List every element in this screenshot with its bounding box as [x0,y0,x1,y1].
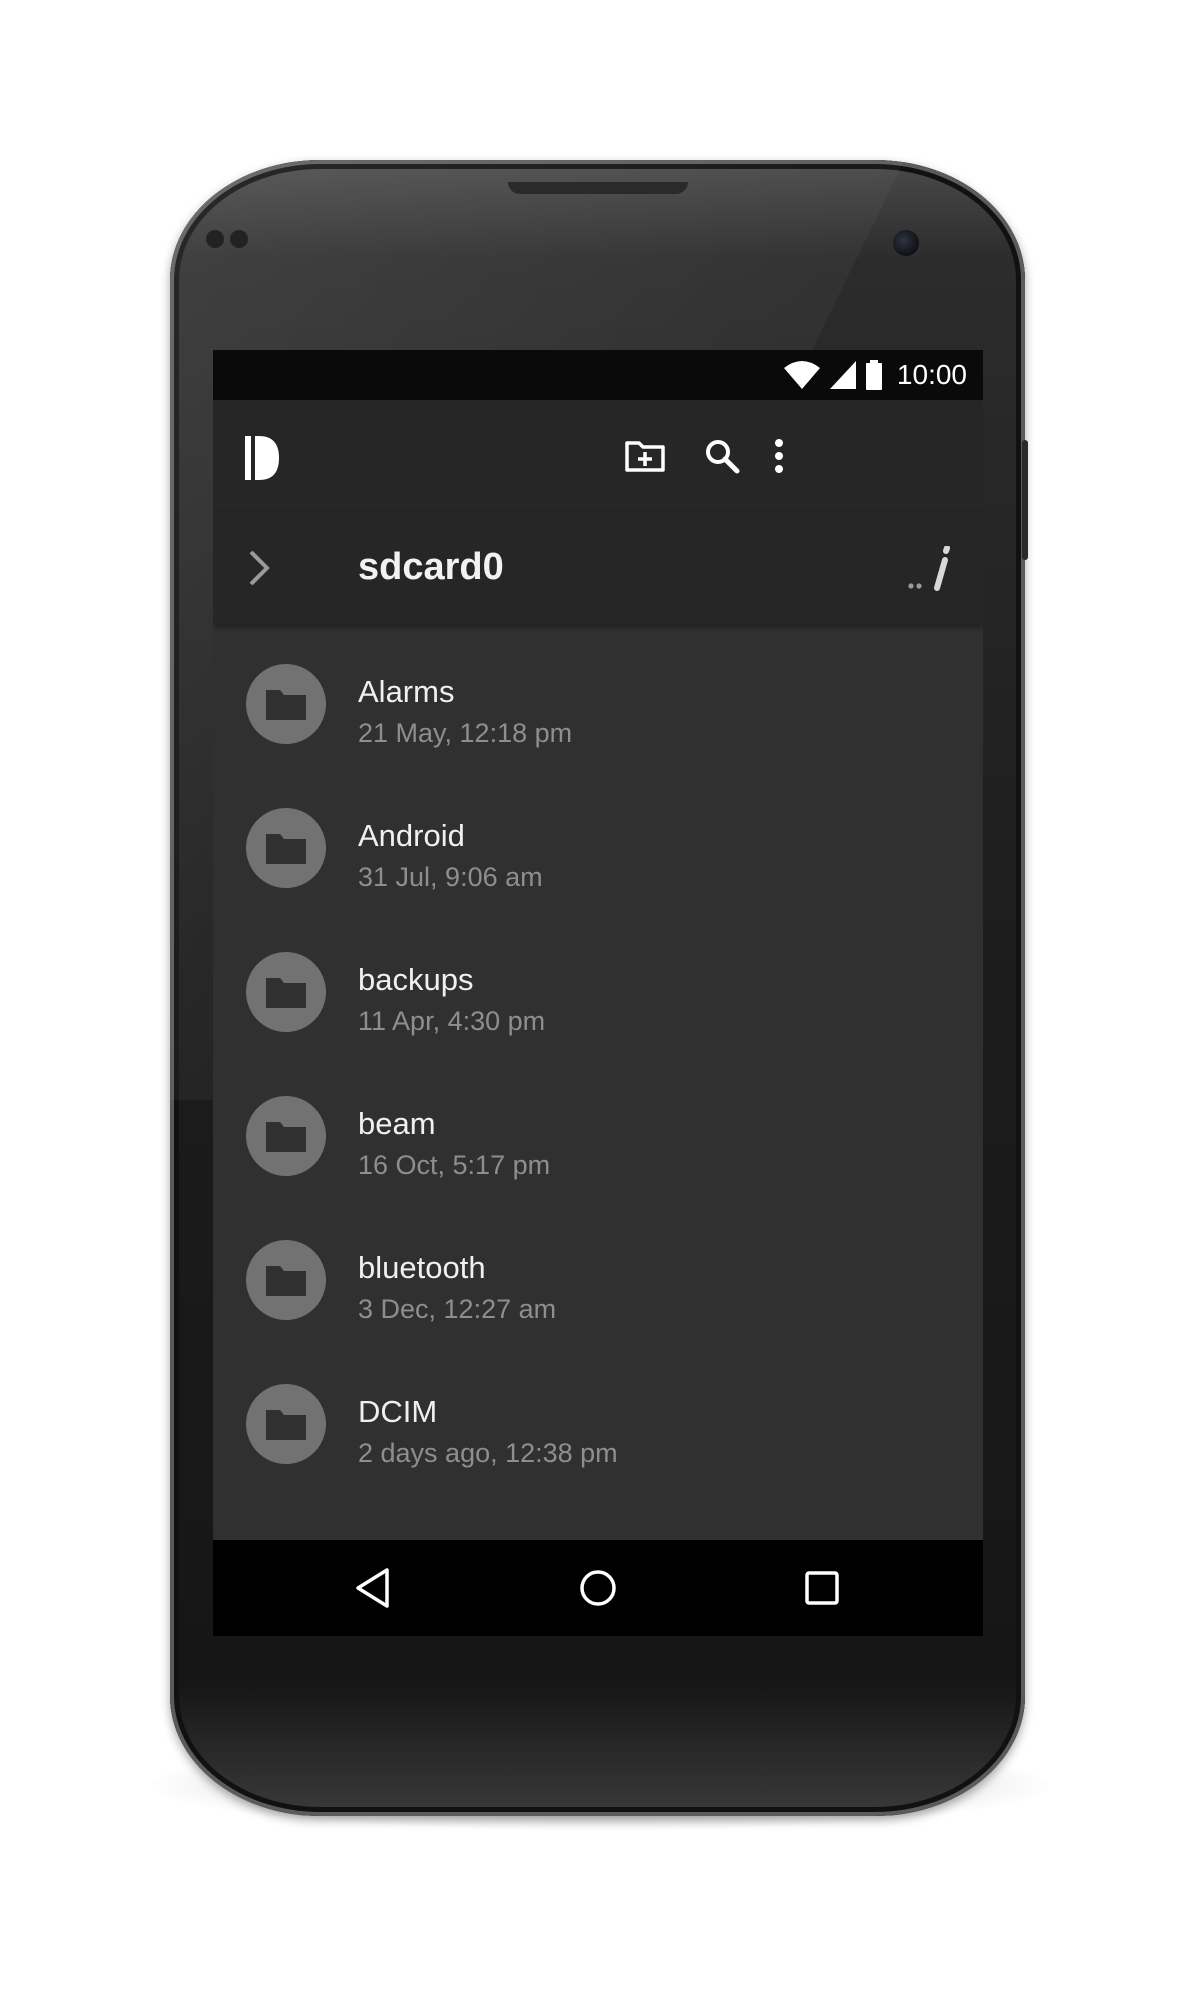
list-item[interactable]: beam 16 Oct, 5:17 pm [213,1056,983,1200]
power-button [1022,440,1028,560]
path-bar: sdcard0 [213,512,983,624]
file-name: DCIM [358,1394,438,1429]
more-vert-icon [775,439,783,473]
folder-icon [266,1266,306,1296]
file-modified: 2 days ago, 12:38 pm [358,1438,618,1468]
folder-icon [266,1122,306,1152]
recents-button[interactable] [796,1562,848,1614]
file-modified: 21 May, 12:18 pm [358,718,573,748]
folder-avatar [246,664,326,744]
new-folder-button[interactable] [621,432,669,480]
folder-avatar [246,808,326,888]
status-bar: 10:00 [213,350,983,400]
folder-icon [266,978,306,1008]
earpiece-speaker [508,182,688,194]
light-sensor [230,230,248,248]
home-button[interactable] [572,1562,624,1614]
file-modified: 31 Jul, 9:06 am [358,862,543,892]
list-item[interactable]: Alarms 21 May, 12:18 pm [213,624,983,768]
search-button[interactable] [698,432,746,480]
create-new-folder-icon [625,441,665,472]
folder-icon [266,834,306,864]
file-modified: 11 Apr, 4:30 pm [358,1006,546,1036]
back-button[interactable] [347,1562,399,1614]
folder-avatar [246,1096,326,1176]
chevron-right-icon[interactable] [241,548,277,588]
folder-icon [266,690,306,720]
app-toolbar [213,400,983,512]
wifi-icon [783,361,820,389]
home-circle-icon [580,1570,616,1606]
proximity-sensor [206,230,224,248]
folder-avatar [246,1240,326,1320]
file-modified: 3 Dec, 12:27 am [358,1294,557,1324]
list-item[interactable]: DCIM 2 days ago, 12:38 pm [213,1344,983,1488]
status-time: 10:00 [896,359,967,390]
file-name: beam [358,1106,436,1141]
screen: 10:00 sdcard0 Alarms 21 May, 12:18 pm An… [213,350,983,1636]
navigation-bar [213,1540,983,1636]
file-name: Alarms [358,674,455,709]
back-triangle-icon [356,1568,389,1608]
status-icons: 10:00 [783,359,967,391]
recents-square-icon [805,1571,839,1605]
battery-icon [865,360,882,390]
front-camera [893,230,919,256]
list-item[interactable]: bluetooth 3 Dec, 12:27 am [213,1200,983,1344]
current-path-title: sdcard0 [358,546,504,588]
list-item[interactable]: backups 11 Apr, 4:30 pm [213,912,983,1056]
folder-icon [266,1410,306,1440]
cell-signal-icon [829,361,856,389]
app-logo-icon [245,436,279,480]
search-icon [706,440,740,474]
file-name: backups [358,962,474,997]
overflow-menu-button[interactable] [755,432,803,480]
edit-path-icon[interactable] [907,546,953,592]
file-name: bluetooth [358,1250,486,1285]
list-item[interactable]: Android 31 Jul, 9:06 am [213,768,983,912]
folder-avatar [246,952,326,1032]
folder-avatar [246,1384,326,1464]
file-modified: 16 Oct, 5:17 pm [358,1150,551,1180]
file-name: Android [358,818,465,853]
file-list: Alarms 21 May, 12:18 pm Android 31 Jul, … [213,624,983,1488]
